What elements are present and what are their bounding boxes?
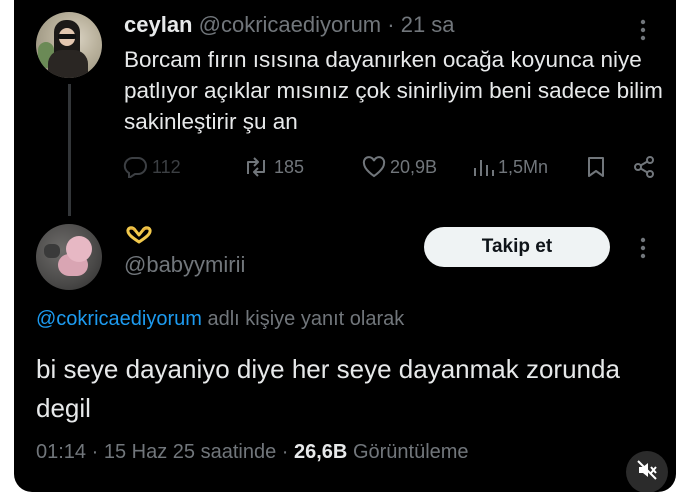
retweet-button[interactable]: 185 <box>242 156 304 178</box>
share-icon[interactable] <box>632 156 656 178</box>
display-name[interactable]: ceylan <box>124 12 193 37</box>
replying-to-label: adlı kişiye yanıt olarak <box>201 308 405 330</box>
handle[interactable]: @babyymirii <box>124 252 245 278</box>
tweet-text: Borcam fırın ısısına dayanırken ocağa ko… <box>124 47 663 134</box>
timestamp[interactable]: 01:14 <box>36 441 86 463</box>
mute-button[interactable] <box>626 451 668 492</box>
thread-line <box>68 84 71 216</box>
tweet-meta: 01:14 · 15 Haz 25 saatinde · 26,6B Görün… <box>36 441 469 464</box>
bookmark-icon[interactable] <box>586 156 606 178</box>
reply-icon <box>122 156 148 178</box>
like-count: 20,9B <box>390 156 438 177</box>
views-button[interactable]: 1,5Mn <box>472 156 548 178</box>
replying-to: @cokricaediyorum adlı kişiye yanıt olara… <box>36 308 404 331</box>
views-icon <box>472 156 494 178</box>
mute-icon <box>636 459 658 486</box>
like-icon <box>362 156 386 178</box>
mention-link[interactable]: @cokricaediyorum <box>36 308 202 330</box>
more-icon[interactable] <box>638 236 648 260</box>
avatar[interactable] <box>36 12 102 78</box>
action-bar: 112 185 20,9B 1,5Mn <box>122 156 662 186</box>
follow-button[interactable]: Takip et <box>424 227 610 267</box>
retweet-count: 185 <box>274 156 305 177</box>
timestamp[interactable]: 21 sa <box>401 12 455 37</box>
separator: · <box>387 12 395 37</box>
handle[interactable]: @cokricaediyorum <box>199 12 382 37</box>
tweet-screenshot: ceylan @cokricaediyorum · 21 sa Borcam f… <box>14 0 676 492</box>
separator: · <box>91 441 99 463</box>
views-count: 26,6B <box>294 441 348 463</box>
avatar[interactable] <box>36 224 102 290</box>
tweet-header: ceylan @cokricaediyorum · 21 sa <box>124 12 455 38</box>
retweet-icon <box>242 156 270 178</box>
views-count: 1,5Mn <box>498 156 549 177</box>
tweet-text: bi seye dayaniyo diye her seye dayanmak … <box>36 354 620 423</box>
reply-button[interactable]: 112 <box>122 156 181 178</box>
like-button[interactable]: 20,9B <box>362 156 437 178</box>
date[interactable]: 15 Haz 25 saatinde <box>104 441 276 463</box>
more-icon[interactable] <box>638 18 648 42</box>
heart-hands-emoji <box>124 226 154 244</box>
reply-count: 112 <box>152 156 181 177</box>
views-label: Görüntüleme <box>352 441 469 463</box>
separator: · <box>281 441 289 463</box>
